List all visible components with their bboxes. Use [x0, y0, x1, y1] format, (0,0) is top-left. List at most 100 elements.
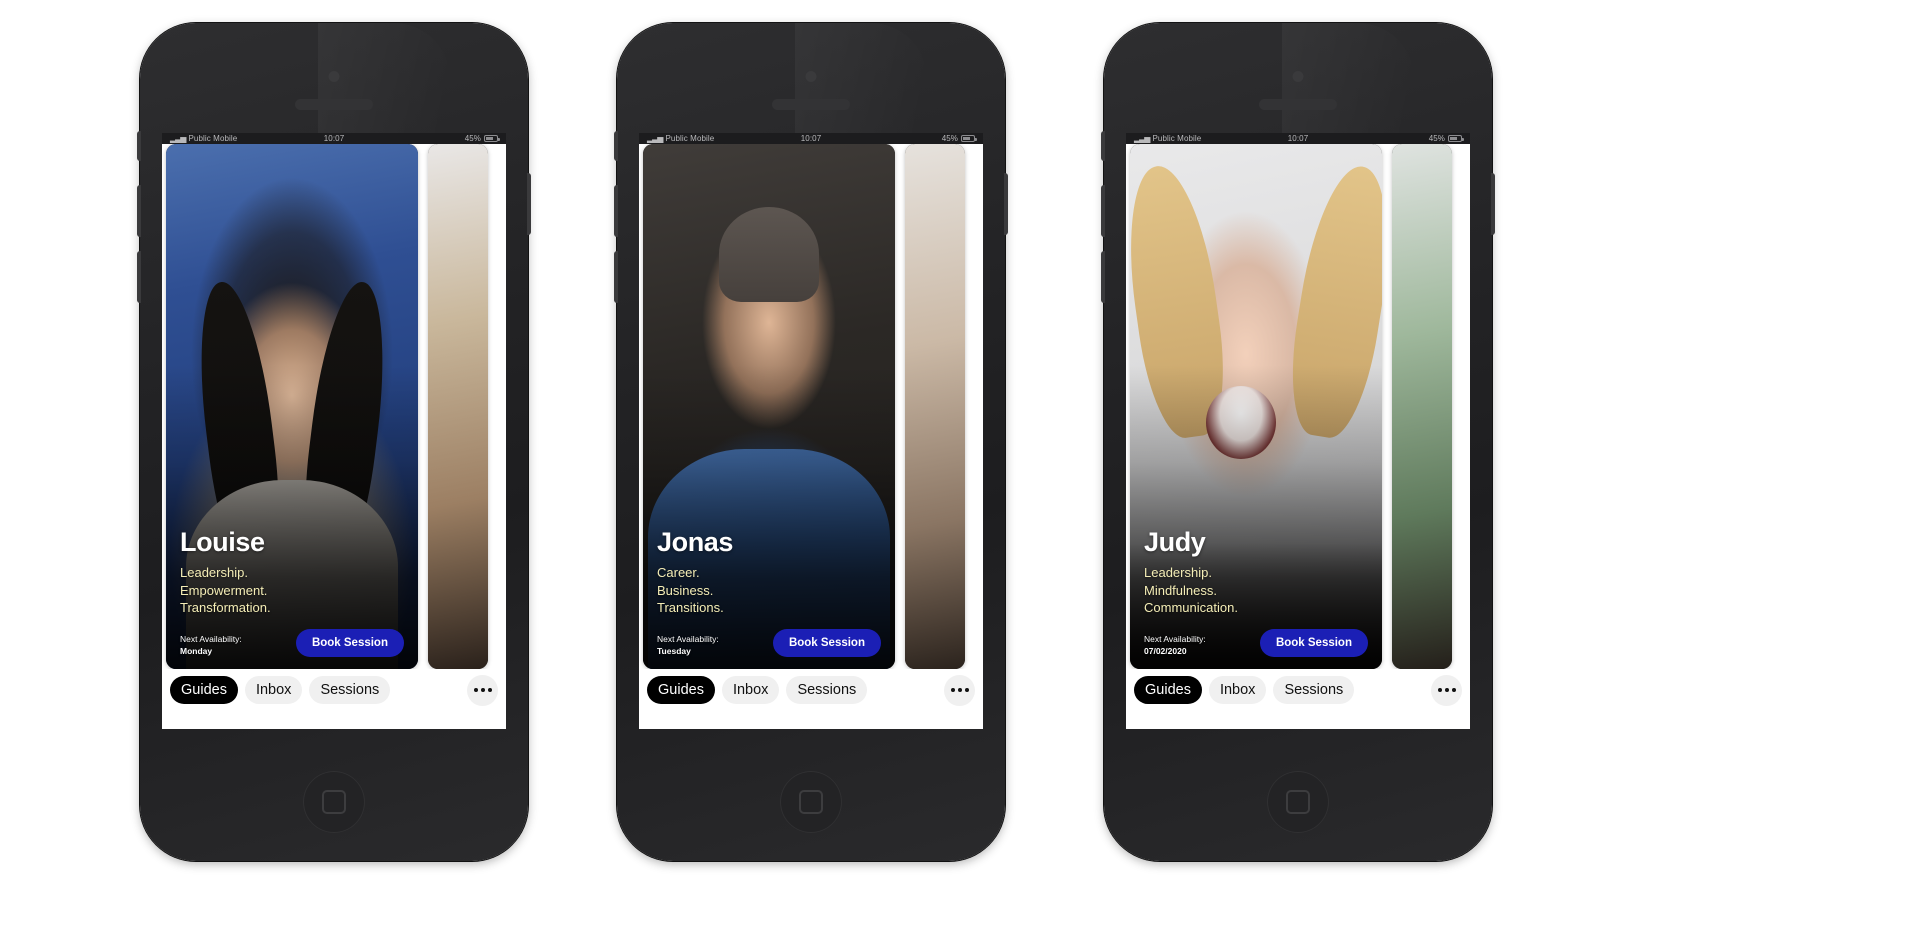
guide-card-footer: Next Availability: Tuesday Book Session [657, 629, 881, 657]
front-camera-icon [328, 71, 340, 82]
guides-carousel[interactable]: Judy Leadership. Mindfulness. Communicat… [1126, 144, 1470, 669]
battery-icon [484, 135, 500, 142]
home-button[interactable] [1267, 771, 1329, 833]
home-button[interactable] [780, 771, 842, 833]
tagline-line-1: Leadership. [1144, 564, 1212, 580]
front-camera-icon [1292, 71, 1304, 82]
signal-bars-icon: ▂▃▅ [1134, 134, 1151, 143]
guide-tagline: Leadership. Empowerment. Transformation. [180, 564, 404, 617]
battery-icon [961, 135, 977, 142]
phone-mockup-louise: ▂▃▅ Public Mobile 10:07 45% Louise Leade… [137, 23, 531, 861]
tagline-line-1: Career. [657, 564, 700, 580]
tagline-line-2: Mindfulness. [1144, 582, 1217, 598]
book-session-button[interactable]: Book Session [772, 629, 881, 657]
guide-card-louise[interactable]: Louise Leadership. Empowerment. Transfor… [166, 144, 418, 669]
guide-photo [905, 144, 965, 669]
volume-down-button[interactable] [614, 251, 618, 303]
availability-value: Monday [180, 645, 213, 656]
guide-card-footer: Next Availability: Monday Book Session [180, 629, 404, 657]
guide-card-body: Jonas Career. Business. Transitions. Nex… [643, 527, 895, 669]
status-bar-right: 45% [821, 134, 977, 143]
tab-inbox[interactable]: Inbox [721, 676, 780, 704]
battery-percent-label: 45% [1428, 134, 1445, 143]
tagline-line-3: Transitions. [657, 600, 724, 616]
volume-down-button[interactable] [1101, 251, 1105, 303]
status-bar-right: 45% [344, 134, 500, 143]
status-bar-clock: 10:07 [1287, 134, 1309, 143]
front-camera-icon [805, 71, 817, 82]
phone-mockup-jonas: ▂▃▅ Public Mobile 10:07 45% Jonas Career… [614, 23, 1008, 861]
home-button[interactable] [303, 771, 365, 833]
silent-switch[interactable] [614, 131, 618, 161]
more-options-icon[interactable] [1431, 674, 1462, 706]
status-bar-left: ▂▃▅ Public Mobile [647, 134, 801, 143]
status-bar-clock: 10:07 [323, 134, 345, 143]
tab-guides[interactable]: Guides [170, 676, 238, 704]
guide-name: Louise [180, 526, 265, 557]
tab-bar: Guides Inbox Sessions [1126, 669, 1470, 729]
tab-inbox[interactable]: Inbox [1208, 676, 1267, 704]
guide-card-next-peek[interactable] [905, 144, 965, 669]
tab-inbox[interactable]: Inbox [244, 676, 303, 704]
guide-card-body: Louise Leadership. Empowerment. Transfor… [166, 526, 418, 669]
availability-label: Next Availability: [657, 634, 719, 645]
silent-switch[interactable] [137, 131, 141, 161]
phone-mockup-judy: ▂▃▅ Public Mobile 10:07 45% Judy Leaders… [1101, 23, 1495, 861]
guide-photo [1392, 144, 1452, 669]
tagline-line-1: Leadership. [180, 564, 248, 580]
book-session-button[interactable]: Book Session [1259, 629, 1368, 657]
phone-screen-judy: ▂▃▅ Public Mobile 10:07 45% Judy Leaders… [1126, 133, 1470, 729]
guides-carousel[interactable]: Jonas Career. Business. Transitions. Nex… [639, 144, 983, 669]
guide-tagline: Leadership. Mindfulness. Communication. [1144, 564, 1368, 617]
tab-bar: Guides Inbox Sessions [639, 669, 983, 729]
signal-bars-icon: ▂▃▅ [647, 134, 664, 143]
signal-bars-icon: ▂▃▅ [170, 134, 187, 143]
tab-guides[interactable]: Guides [647, 676, 715, 704]
tab-sessions[interactable]: Sessions [786, 676, 868, 704]
volume-up-button[interactable] [137, 185, 141, 237]
more-options-icon[interactable] [944, 674, 975, 706]
tab-sessions[interactable]: Sessions [1273, 676, 1355, 704]
tagline-line-2: Business. [657, 582, 714, 598]
guide-card-jonas[interactable]: Jonas Career. Business. Transitions. Nex… [643, 144, 895, 669]
earpiece-speaker [772, 99, 850, 110]
more-options-icon[interactable] [467, 674, 498, 706]
guide-card-next-peek[interactable] [428, 144, 488, 669]
carrier-label: Public Mobile [665, 134, 715, 143]
guide-card-next-peek[interactable] [1392, 144, 1452, 669]
phone-screen-jonas: ▂▃▅ Public Mobile 10:07 45% Jonas Career… [639, 133, 983, 729]
tab-sessions[interactable]: Sessions [309, 676, 391, 704]
guide-tagline: Career. Business. Transitions. [657, 564, 881, 617]
carrier-label: Public Mobile [1152, 134, 1202, 143]
availability-label: Next Availability: [1144, 634, 1206, 645]
guide-card-body: Judy Leadership. Mindfulness. Communicat… [1130, 527, 1382, 669]
phone-screen-louise: ▂▃▅ Public Mobile 10:07 45% Louise Leade… [162, 133, 506, 729]
tab-bar: Guides Inbox Sessions [162, 669, 506, 729]
battery-icon [1448, 135, 1464, 142]
tagline-line-2: Empowerment. [180, 582, 268, 598]
volume-up-button[interactable] [1101, 185, 1105, 237]
availability-block: Next Availability: 07/02/2020 [1144, 634, 1206, 657]
tab-guides[interactable]: Guides [1134, 676, 1202, 704]
book-session-button[interactable]: Book Session [295, 629, 404, 657]
power-button[interactable] [1491, 173, 1495, 235]
guides-carousel[interactable]: Louise Leadership. Empowerment. Transfor… [162, 144, 506, 669]
volume-up-button[interactable] [614, 185, 618, 237]
battery-percent-label: 45% [941, 134, 958, 143]
tagline-line-3: Communication. [1144, 600, 1238, 616]
volume-down-button[interactable] [137, 251, 141, 303]
guide-card-judy[interactable]: Judy Leadership. Mindfulness. Communicat… [1130, 144, 1382, 669]
power-button[interactable] [1004, 173, 1008, 235]
availability-value: Tuesday [657, 645, 691, 656]
availability-value: 07/02/2020 [1144, 645, 1187, 656]
availability-block: Next Availability: Monday [180, 634, 242, 657]
battery-percent-label: 45% [464, 134, 481, 143]
power-button[interactable] [527, 173, 531, 235]
mockup-canvas: ▂▃▅ Public Mobile 10:07 45% Louise Leade… [0, 0, 1920, 935]
status-bar-left: ▂▃▅ Public Mobile [170, 134, 324, 143]
earpiece-speaker [295, 99, 373, 110]
status-bar: ▂▃▅ Public Mobile 10:07 45% [1126, 133, 1470, 144]
guide-card-footer: Next Availability: 07/02/2020 Book Sessi… [1144, 629, 1368, 657]
status-bar-right: 45% [1308, 134, 1464, 143]
silent-switch[interactable] [1101, 131, 1105, 161]
